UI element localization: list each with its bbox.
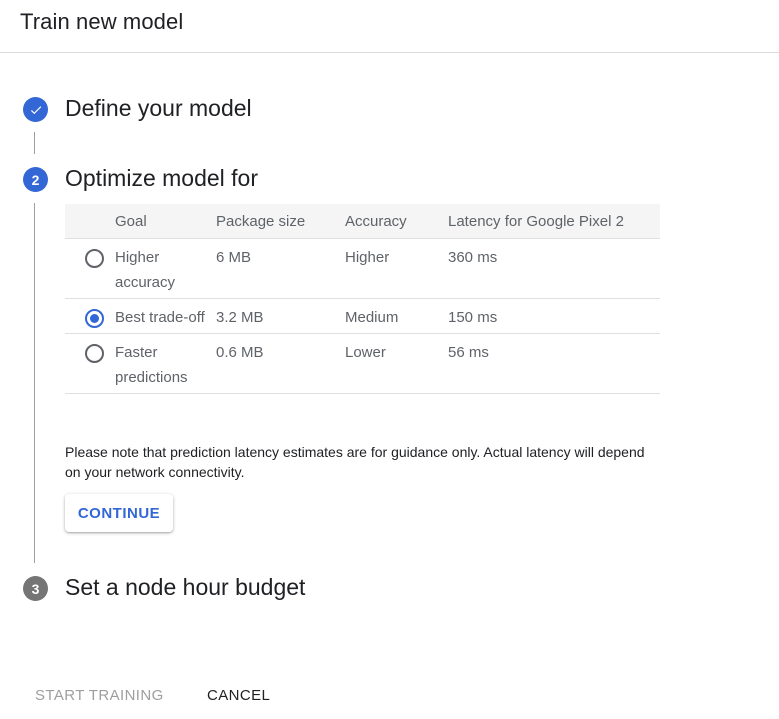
header-radio-spacer [65,204,115,239]
step-complete-check-icon [23,97,48,122]
step-2-number: 2 [23,167,48,192]
start-training-button[interactable]: START TRAINING [35,687,164,704]
step-2-title: Optimize model for [65,165,259,191]
table-row[interactable]: Higher accuracy 6 MB Higher 360 ms [65,238,660,299]
dialog-title: Train new model [20,9,184,34]
check-icon [30,105,41,114]
table-header-row: Goal Package size Accuracy Latency for G… [65,204,660,239]
latency-cell: 56 ms [448,333,660,394]
step-3-number: 3 [23,576,48,601]
step-1-title[interactable]: Define your model [65,95,252,122]
accuracy-cell: Medium [345,298,448,334]
continue-button[interactable]: CONTINUE [65,494,173,532]
optimization-goal-table: Goal Package size Accuracy Latency for G… [65,204,660,394]
size-cell: 3.2 MB [216,298,345,334]
step-connector [34,132,35,154]
dialog-header: Train new model [0,0,779,53]
header-goal: Goal [115,204,216,239]
header-accuracy: Accuracy [345,204,448,239]
table-row[interactable]: Faster predictions 0.6 MB Lower 56 ms [65,333,660,394]
table-row[interactable]: Best trade-off 3.2 MB Medium 150 ms [65,298,660,334]
latency-cell: 150 ms [448,298,660,334]
header-latency: Latency for Google Pixel 2 [448,204,660,239]
goal-cell: Best trade-off [115,298,216,334]
radio-higher-accuracy[interactable] [85,249,104,268]
goal-cell: Faster predictions [115,333,216,394]
radio-cell [65,238,115,299]
accuracy-cell: Higher [345,238,448,299]
radio-cell [65,298,115,334]
radio-faster-predictions[interactable] [85,344,104,363]
header-package-size: Package size [216,204,345,239]
size-cell: 0.6 MB [216,333,345,394]
size-cell: 6 MB [216,238,345,299]
radio-best-trade-off[interactable] [85,309,104,328]
accuracy-cell: Lower [345,333,448,394]
step-3-title[interactable]: Set a node hour budget [65,574,305,601]
latency-note: Please note that prediction latency esti… [65,444,645,480]
radio-cell [65,333,115,394]
goal-cell: Higher accuracy [115,238,216,299]
cancel-button[interactable]: CANCEL [207,687,270,704]
step-connector [34,203,35,563]
latency-cell: 360 ms [448,238,660,299]
